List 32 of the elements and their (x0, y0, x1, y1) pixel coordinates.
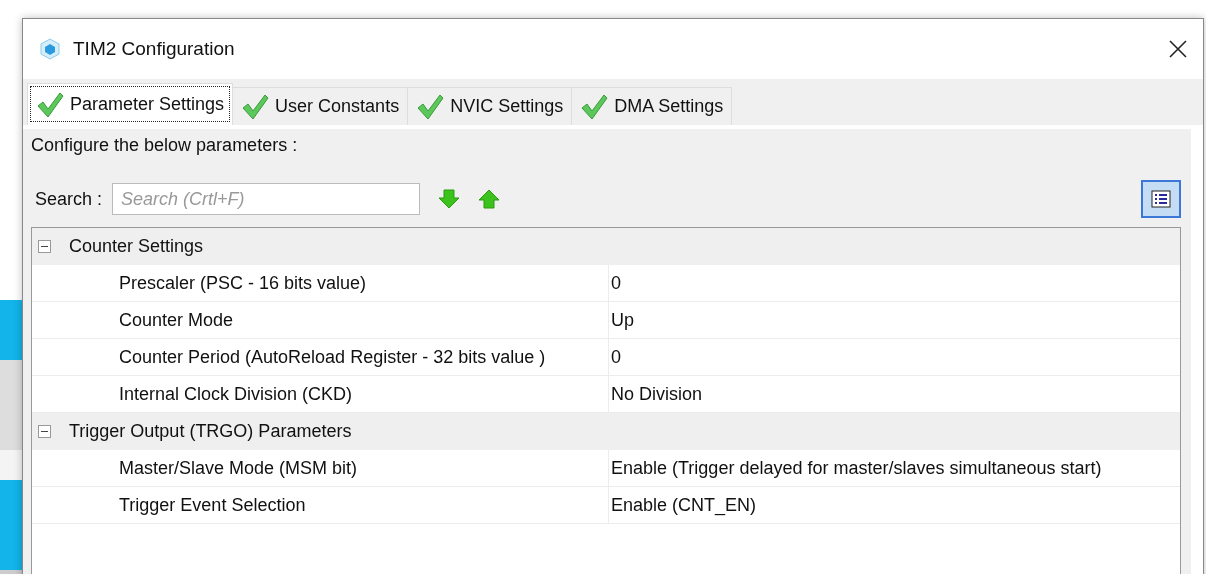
search-field[interactable]: Search (Crtl+F) (112, 183, 421, 215)
list-icon (1151, 190, 1171, 208)
tab[interactable]: DMA Settings (571, 87, 733, 125)
arrow-up-icon[interactable] (478, 189, 501, 209)
parameter-name: Trigger Event Selection (118, 494, 307, 516)
collapse-icon[interactable] (38, 240, 51, 253)
instruction-text: Configure the below parameters : (31, 135, 299, 157)
parameter-name: Master/Slave Mode (MSM bit) (118, 457, 359, 479)
arrow-down-icon[interactable] (438, 189, 461, 209)
checkmark-icon (36, 90, 64, 119)
parameter-value[interactable]: Enable (Trigger delayed for master/slaves simultaneous start) (608, 450, 1180, 486)
tab[interactable]: Parameter Settings (27, 83, 234, 125)
parameter-value[interactable]: 0 (608, 339, 1180, 375)
checkmark-icon (580, 92, 609, 121)
parameter-value[interactable]: Up (608, 302, 1180, 338)
parameter-value[interactable]: No Division (608, 376, 1180, 412)
cube-icon (39, 38, 61, 60)
group-header[interactable]: Trigger Output (TRGO) Parameters (69, 421, 352, 442)
window-title: TIM2 Configuration (73, 38, 235, 60)
parameter-value[interactable]: Enable (CNT_EN) (608, 487, 1180, 523)
collapse-icon[interactable] (38, 425, 51, 438)
checkmark-icon (416, 92, 445, 121)
checkmark-icon (241, 92, 270, 121)
parameter-name: Internal Clock Division (CKD) (118, 383, 354, 405)
parameter-value[interactable]: 0 (608, 265, 1180, 301)
list-view-toggle[interactable] (1141, 180, 1181, 218)
close-icon[interactable] (1169, 40, 1187, 58)
parameter-name: Counter Mode (118, 309, 235, 331)
search-label: Search : (35, 188, 103, 210)
parameter-name: Counter Period (AutoReload Register - 32 bits value ) (118, 346, 547, 368)
parameter-name: Prescaler (PSC - 16 bits value) (118, 272, 368, 294)
group-header[interactable]: Counter Settings (69, 236, 204, 257)
